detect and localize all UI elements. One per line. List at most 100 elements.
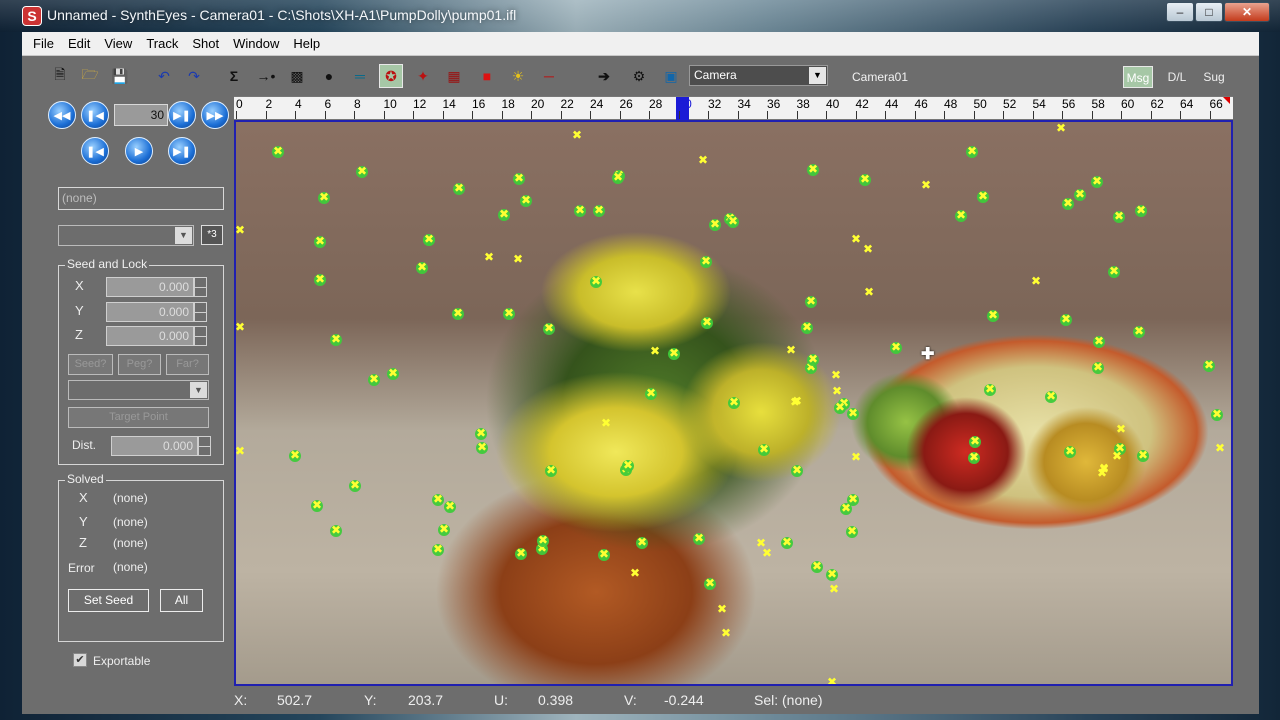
- seed-mode-combo[interactable]: ▼: [68, 380, 209, 400]
- tracker-marker[interactable]: [1112, 208, 1126, 224]
- tracker-marker[interactable]: [386, 365, 400, 381]
- seed-x-field[interactable]: 0.000: [106, 277, 194, 297]
- tracker-marker[interactable]: [1134, 202, 1148, 218]
- minimize-icon[interactable]: –: [1166, 2, 1194, 22]
- tracker-marker-untracked[interactable]: [696, 152, 710, 168]
- dl-toggle[interactable]: D/L: [1163, 66, 1191, 88]
- tracker-marker[interactable]: [592, 202, 606, 218]
- tracker-marker[interactable]: [889, 339, 903, 355]
- dist-spinner[interactable]: [198, 436, 211, 456]
- new-file-icon[interactable]: 🗎: [48, 64, 72, 88]
- menu-window[interactable]: Window: [226, 36, 286, 51]
- tracker-star-button[interactable]: *3: [201, 225, 223, 245]
- person-icon[interactable]: ▩: [285, 64, 309, 88]
- tracker-marker[interactable]: [621, 457, 635, 473]
- seed-x-spinner[interactable]: [194, 277, 207, 297]
- tracker-marker[interactable]: [699, 253, 713, 269]
- rewind-icon[interactable]: ◀◀: [48, 101, 76, 129]
- menu-help[interactable]: Help: [286, 36, 327, 51]
- far-button[interactable]: Far?: [166, 354, 209, 375]
- chevron-down-icon[interactable]: ▼: [809, 67, 826, 84]
- tracker-marker[interactable]: [271, 143, 285, 159]
- chevron-down-icon[interactable]: ▼: [175, 227, 192, 244]
- tracker-marker[interactable]: [825, 566, 839, 582]
- tracker-marker[interactable]: [519, 192, 533, 208]
- next-frame-icon[interactable]: ▶❚: [168, 101, 196, 129]
- redo-icon[interactable]: ↷: [182, 64, 206, 88]
- tracker-marker-untracked[interactable]: [648, 343, 662, 359]
- tracker-marker[interactable]: [692, 530, 706, 546]
- tracker-marker[interactable]: [968, 433, 982, 449]
- seed-z-spinner[interactable]: [194, 326, 207, 346]
- chevron-down-icon[interactable]: ▼: [190, 382, 207, 398]
- tracker-marker[interactable]: [497, 206, 511, 222]
- tracker-marker[interactable]: [1059, 311, 1073, 327]
- tracker-marker-untracked[interactable]: [715, 601, 729, 617]
- tracker-marker[interactable]: [967, 449, 981, 465]
- tracker-marker-untracked[interactable]: [236, 319, 247, 335]
- tracker-marker-untracked[interactable]: [1054, 122, 1068, 136]
- target-point-button[interactable]: Target Point: [68, 407, 209, 428]
- sigma-icon[interactable]: Σ: [222, 64, 246, 88]
- tracker-marker[interactable]: [846, 491, 860, 507]
- tracker-marker[interactable]: [536, 532, 550, 548]
- seed-y-spinner[interactable]: [194, 302, 207, 322]
- tracker-marker-untracked[interactable]: [236, 222, 247, 238]
- tracker-marker-untracked[interactable]: [628, 565, 642, 581]
- menu-file[interactable]: File: [26, 36, 61, 51]
- tracker-marker[interactable]: [422, 231, 436, 247]
- tracker-marker-untracked[interactable]: [849, 449, 863, 465]
- menu-view[interactable]: View: [97, 36, 139, 51]
- tracker-marker[interactable]: [437, 521, 451, 537]
- tracker-marker[interactable]: [288, 447, 302, 463]
- tracker-marker[interactable]: [858, 171, 872, 187]
- tracker-marker[interactable]: [703, 575, 717, 591]
- tracker-marker[interactable]: [800, 319, 814, 335]
- tracker-marker[interactable]: [313, 271, 327, 287]
- tracker-marker[interactable]: [727, 394, 741, 410]
- tracker-marker[interactable]: [1210, 406, 1224, 422]
- next-key-icon[interactable]: ▶❚: [168, 137, 196, 165]
- msg-toggle[interactable]: Msg: [1123, 66, 1153, 88]
- tracker-marker-untracked[interactable]: [861, 241, 875, 257]
- tracker-marker-untracked[interactable]: [919, 177, 933, 193]
- open-folder-icon[interactable]: 🗁: [78, 64, 102, 88]
- seed-button[interactable]: Seed?: [68, 354, 113, 375]
- tracker-marker[interactable]: [780, 534, 794, 550]
- tracker-marker-untracked[interactable]: [760, 545, 774, 561]
- tracker-marker[interactable]: [644, 385, 658, 401]
- tracker-marker[interactable]: [502, 305, 516, 321]
- tracker-marker[interactable]: [367, 371, 381, 387]
- timeline-ruler[interactable]: 0 2 4 6 8 10 12 14 16 18 20 22 24 26 28 30 32 34 36 38 40 42 4…: [234, 96, 1233, 120]
- menu-edit[interactable]: Edit: [61, 36, 97, 51]
- tracker-marker-untracked[interactable]: [570, 127, 584, 143]
- tracker-marker-untracked[interactable]: [1114, 421, 1128, 437]
- undo-icon[interactable]: ↶: [152, 64, 176, 88]
- tracker-marker[interactable]: [954, 207, 968, 223]
- tracker-marker[interactable]: [329, 522, 343, 538]
- tracker-marker[interactable]: [1063, 443, 1077, 459]
- fit-icon[interactable]: ▣: [659, 64, 683, 88]
- tracker-marker[interactable]: [348, 477, 362, 493]
- tracker-marker[interactable]: [1136, 447, 1150, 463]
- horizon-icon[interactable]: ─: [537, 64, 561, 88]
- tracker-marker[interactable]: [443, 498, 457, 514]
- all-button[interactable]: All: [160, 589, 203, 612]
- seed-z-field[interactable]: 0.000: [106, 326, 194, 346]
- tracker-marker[interactable]: [986, 307, 1000, 323]
- calculator-icon[interactable]: ▦: [442, 64, 466, 88]
- tracker-marker-untracked[interactable]: [1029, 273, 1043, 289]
- tracker-marker[interactable]: [1092, 333, 1106, 349]
- tracker-marker[interactable]: [313, 233, 327, 249]
- tracker-marker[interactable]: [355, 163, 369, 179]
- title-bar[interactable]: S Unnamed - SynthEyes - Camera01 - C:\Sh…: [0, 0, 1280, 32]
- tracker-marker[interactable]: [431, 491, 445, 507]
- close-icon[interactable]: ✕: [1224, 2, 1270, 22]
- tracker-marker[interactable]: [726, 213, 740, 229]
- pin-icon[interactable]: ✦: [411, 64, 435, 88]
- tracker-marker[interactable]: [1091, 359, 1105, 375]
- seed-y-field[interactable]: 0.000: [106, 302, 194, 322]
- camera-select[interactable]: Camera ▼: [689, 65, 828, 86]
- exportable-checkbox[interactable]: ✔: [73, 653, 87, 667]
- tracker-marker[interactable]: [597, 546, 611, 562]
